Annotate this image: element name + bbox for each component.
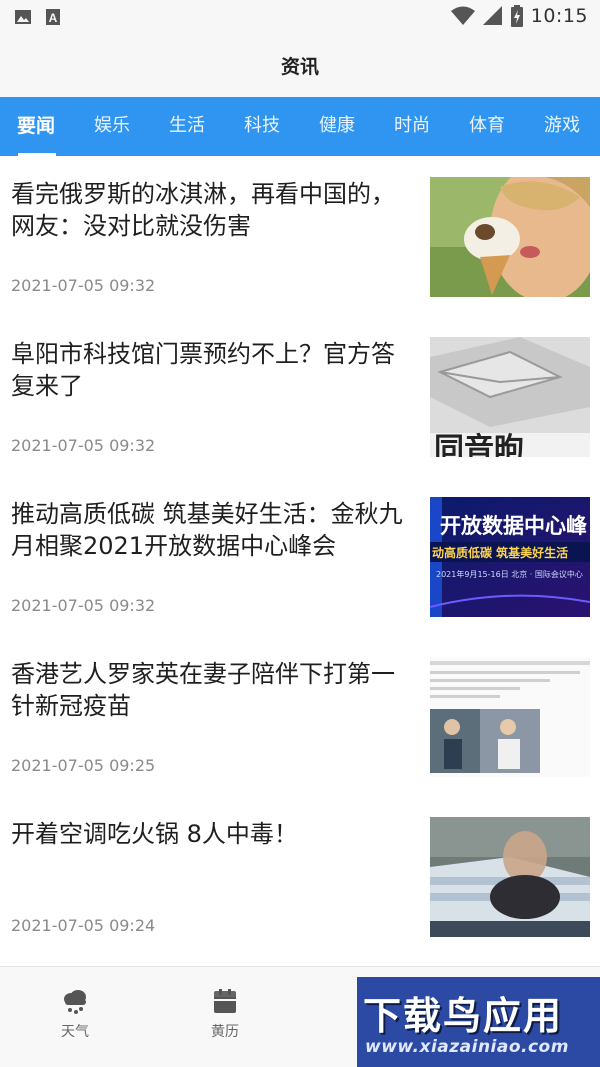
tab-label: 体育 [469, 115, 505, 136]
nav-label: 天气 [61, 1024, 89, 1040]
news-title: 看完俄罗斯的冰淇淋，再看中国的，网友：没对比就没伤害 [11, 180, 395, 240]
news-time: 2021-07-05 09:25 [11, 756, 156, 775]
tab-label: 游戏 [544, 115, 580, 136]
tab-games[interactable]: 游戏 [531, 97, 593, 156]
news-time: 2021-07-05 09:32 [11, 596, 156, 615]
news-title: 开着空调吃火锅 8人中毒！ [11, 820, 298, 848]
news-item[interactable]: 看完俄罗斯的冰淇淋，再看中国的，网友：没对比就没伤害 2021-07-05 09… [0, 156, 600, 316]
nav-label: 黄历 [211, 1024, 239, 1040]
tab-sports[interactable]: 体育 [456, 97, 518, 156]
tab-life[interactable]: 生活 [156, 97, 218, 156]
status-bar: A 10:15 [0, 0, 600, 34]
news-time: 2021-07-05 09:32 [11, 436, 156, 455]
thumbnail-subline: 动高质低碳 筑基美好生活 [432, 545, 568, 560]
news-time: 2021-07-05 09:24 [11, 916, 156, 935]
tab-health[interactable]: 健康 [306, 97, 368, 156]
category-tab-bar: 要闻 娱乐 生活 科技 健康 时尚 体育 游戏 [0, 97, 600, 156]
weather-cloud-icon [64, 990, 86, 1014]
news-title: 香港艺人罗家英在妻子陪伴下打第一针新冠疫苗 [11, 660, 395, 720]
title-bar: 资讯 [0, 34, 600, 98]
nav-almanac[interactable]: 黄历 [185, 989, 265, 1041]
news-thumbnail [430, 177, 590, 297]
svg-text:A: A [49, 11, 58, 25]
tab-label: 娱乐 [94, 115, 130, 136]
tab-fashion[interactable]: 时尚 [381, 97, 443, 156]
news-title: 推动高质低碳 筑基美好生活：金秋九月相聚2021开放数据中心峰会 [11, 500, 403, 560]
image-icon [15, 10, 31, 24]
calendar-icon [214, 989, 236, 1013]
tab-label: 生活 [169, 115, 205, 136]
tab-headlines[interactable]: 要闻 [5, 97, 67, 156]
news-title: 阜阳市科技馆门票预约不上？官方答复来了 [11, 340, 395, 400]
news-thumbnail [430, 817, 590, 937]
news-list: 看完俄罗斯的冰淇淋，再看中国的，网友：没对比就没伤害 2021-07-05 09… [0, 156, 600, 966]
tab-label: 健康 [319, 115, 355, 136]
thumbnail-headline: 开放数据中心峰 [440, 514, 587, 538]
nav-weather[interactable]: 天气 [35, 989, 115, 1041]
news-item[interactable]: 阜阳市科技馆门票预约不上？官方答复来了 2021-07-05 09:32 同音昫 [0, 316, 600, 476]
watermark-title: 下载鸟应用 [363, 994, 564, 1038]
news-thumbnail [430, 657, 590, 777]
battery-charging-icon [510, 5, 523, 27]
news-thumbnail: 开放数据中心峰 动高质低碳 筑基美好生活 2021年9月15-16日 北京 · … [430, 497, 590, 617]
status-clock: 10:15 [530, 5, 588, 27]
news-item[interactable]: 香港艺人罗家英在妻子陪伴下打第一针新冠疫苗 2021-07-05 09:25 [0, 636, 600, 796]
news-thumbnail: 同音昫 [430, 337, 590, 457]
tab-tech[interactable]: 科技 [231, 97, 293, 156]
news-item[interactable]: 推动高质低碳 筑基美好生活：金秋九月相聚2021开放数据中心峰会 2021-07… [0, 476, 600, 636]
news-time: 2021-07-05 09:32 [11, 276, 156, 295]
tab-label: 时尚 [394, 115, 430, 136]
wifi-icon [450, 6, 475, 25]
a-badge-icon: A [46, 9, 60, 25]
thumbnail-text: 同音昫 [434, 432, 524, 457]
news-item[interactable]: 开着空调吃火锅 8人中毒！ 2021-07-05 09:24 [0, 796, 600, 956]
page-title: 资讯 [280, 56, 319, 78]
tab-label: 要闻 [16, 115, 55, 137]
watermark-url: www.xiazainiao.com [365, 1037, 569, 1057]
tab-label: 科技 [244, 115, 280, 136]
signal-icon [482, 6, 502, 25]
tab-entertainment[interactable]: 娱乐 [81, 97, 143, 156]
watermark-logo: 下载鸟应用 www.xiazainiao.com [357, 977, 600, 1067]
thumbnail-date: 2021年9月15-16日 北京 · 国际会议中心 [436, 569, 583, 579]
